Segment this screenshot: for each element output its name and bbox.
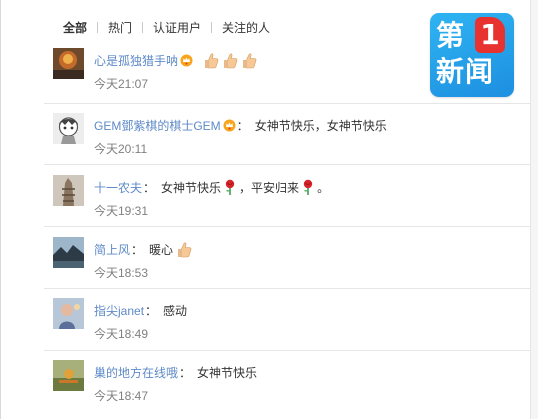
timestamp: 今天20:11 — [94, 142, 148, 156]
crown-badge-icon — [223, 119, 236, 131]
filter-tabs: 全部 热门 认证用户 关注的人 — [63, 18, 270, 36]
row-divider — [44, 288, 530, 289]
separator: ： — [236, 118, 249, 133]
thumbs-up-icon — [224, 53, 238, 68]
separator: ： — [143, 180, 156, 195]
news-logo: 第 1 新闻 — [430, 13, 514, 97]
avatar[interactable] — [53, 360, 84, 391]
row-divider — [44, 226, 530, 227]
separator: ： — [145, 303, 158, 318]
username-link[interactable]: 巢的地方在线哦 — [94, 364, 178, 381]
timestamp: 今天18:53 — [94, 266, 149, 280]
comment-text: 感动 — [163, 303, 188, 318]
row-divider — [44, 350, 530, 351]
comment-panel: 全部 热门 认证用户 关注的人 第 1 新闻 心是孤独猎手呐 今天21:07 G… — [0, 0, 538, 419]
panel-border — [0, 0, 1, 419]
tab-divider — [142, 21, 144, 33]
comment-text: 。 — [317, 180, 330, 195]
logo-text: 新闻 — [436, 55, 495, 88]
username-link[interactable]: GEM鄧紫棋的棋士GEM — [94, 117, 221, 134]
separator: ： — [131, 242, 144, 257]
logo-char: 第 — [436, 19, 465, 52]
timestamp: 今天19:31 — [94, 204, 149, 218]
tab-divider — [211, 21, 213, 33]
thumbs-up-icon — [243, 53, 257, 68]
rose-icon — [303, 179, 313, 195]
username-link[interactable]: 指尖janet — [94, 302, 144, 319]
comment-text: 暖心 — [149, 242, 174, 257]
avatar[interactable] — [53, 113, 84, 144]
tab-following[interactable]: 关注的人 — [222, 19, 270, 36]
username-link[interactable]: 十一农夫 — [94, 179, 142, 196]
timestamp: 今天21:07 — [94, 77, 149, 91]
avatar[interactable] — [53, 48, 84, 79]
tab-all[interactable]: 全部 — [63, 19, 87, 36]
thumbs-up-icon — [178, 242, 192, 257]
logo-number: 1 — [475, 17, 505, 53]
tab-divider — [97, 21, 99, 33]
row-divider — [44, 103, 530, 104]
comment-text: 女神节快乐 — [161, 180, 222, 195]
tab-hot[interactable]: 热门 — [108, 19, 132, 36]
thumbs-up-icon — [205, 53, 219, 68]
comment-text: 女神节快乐，女神节快乐 — [254, 118, 387, 133]
avatar[interactable] — [53, 237, 84, 268]
comment-text: 女神节快乐 — [197, 365, 258, 380]
avatar[interactable] — [53, 298, 84, 329]
rose-icon — [225, 179, 235, 195]
row-divider — [44, 164, 530, 165]
timestamp: 今天18:47 — [94, 389, 149, 403]
username-link[interactable]: 心是孤独猎手呐 — [94, 52, 178, 69]
crown-badge-icon — [180, 54, 193, 66]
timestamp: 今天18:49 — [94, 327, 149, 341]
tab-verified[interactable]: 认证用户 — [153, 19, 201, 36]
scrollbar-track[interactable] — [530, 0, 538, 419]
username-link[interactable]: 简上风 — [94, 241, 130, 258]
comment-text: ，平安归来 — [239, 180, 300, 195]
avatar[interactable] — [53, 175, 84, 206]
separator: ： — [179, 365, 192, 380]
